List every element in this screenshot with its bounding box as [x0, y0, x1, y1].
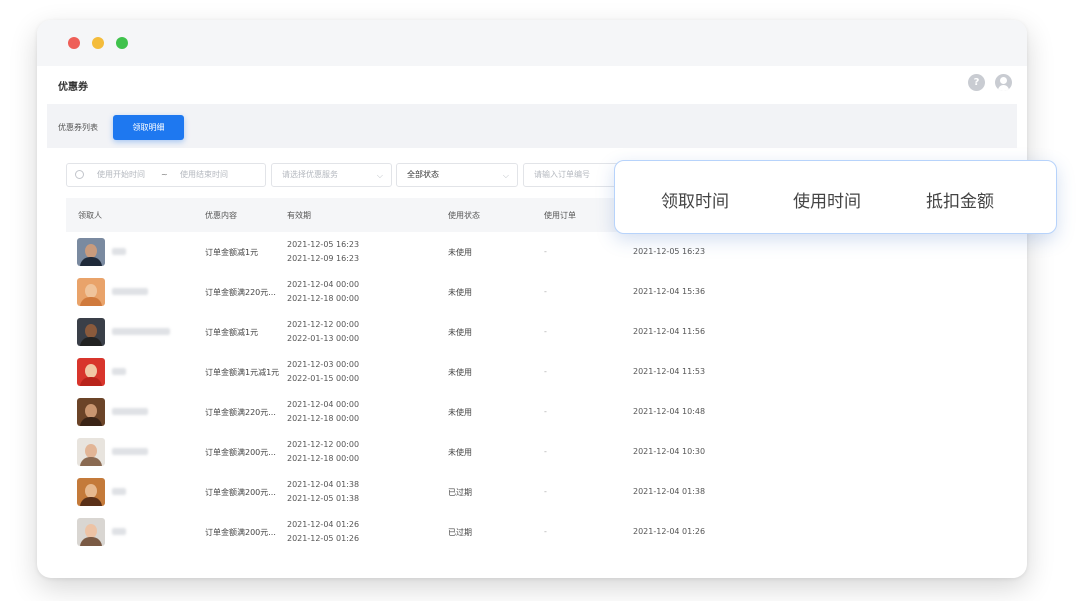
app-window: 优惠券 ? 优惠券列表 领取明细 使用开始时间 ~ 使用结束时间 请选择优惠服务…: [37, 20, 1027, 578]
column-callout: 领取时间 使用时间 抵扣金额: [614, 160, 1057, 234]
order-number-placeholder: 请输入订单编号: [534, 170, 590, 179]
header-receiver: 领取人: [78, 211, 102, 220]
receive-time: 2021-12-04 15:36: [633, 287, 706, 296]
column-use-time: 使用时间: [793, 192, 861, 212]
start-date-field[interactable]: 使用开始时间: [97, 164, 145, 186]
table-row[interactable]: 订单金额满220元... 2021-12-04 00:00 2021-12-18 …: [66, 272, 1007, 312]
table-row[interactable]: 订单金额减1元 2021-12-12 00:00 2022-01-13 00:00…: [66, 312, 1007, 352]
header-validity: 有效期: [287, 211, 311, 220]
receiver-name: [112, 248, 126, 255]
help-icon[interactable]: ?: [968, 74, 985, 91]
table-row[interactable]: 订单金额满200元... 2021-12-04 01:38 2021-12-05 …: [66, 472, 1007, 512]
receiver-name: [112, 448, 148, 455]
breadcrumb-coupon-list[interactable]: 优惠券列表: [58, 122, 98, 133]
service-select[interactable]: 请选择优惠服务 ⌵: [271, 163, 392, 187]
status-select[interactable]: 全部状态 ⌵: [396, 163, 518, 187]
receiver-name: [112, 528, 126, 535]
service-select-placeholder: 请选择优惠服务: [282, 170, 338, 179]
coupon-content: 订单金额满200元...: [205, 488, 276, 497]
table-row[interactable]: 订单金额满200元... 2021-12-12 00:00 2021-12-18 …: [66, 432, 1007, 472]
receiver-name: [112, 408, 148, 415]
use-status: 未使用: [448, 248, 472, 257]
validity-period: 2021-12-04 00:00 2021-12-18 00:00: [287, 280, 360, 303]
receiver-name: [112, 488, 126, 495]
receive-time: 2021-12-04 11:53: [633, 367, 706, 376]
receiver-name: [112, 328, 170, 335]
avatar: [77, 238, 105, 266]
coupon-content: 订单金额满220元...: [205, 408, 276, 417]
date-range-picker[interactable]: 使用开始时间 ~ 使用结束时间: [66, 163, 266, 187]
coupon-content: 订单金额满200元...: [205, 448, 276, 457]
use-order: -: [544, 367, 547, 376]
user-icon[interactable]: [995, 74, 1012, 91]
app-header: 优惠券 ?: [37, 66, 1027, 104]
validity-period: 2021-12-04 01:38 2021-12-05 01:38: [287, 480, 360, 503]
use-order: -: [544, 287, 547, 296]
use-order: -: [544, 327, 547, 336]
receive-time: 2021-12-04 10:48: [633, 407, 706, 416]
use-status: 未使用: [448, 448, 472, 457]
avatar: [77, 318, 105, 346]
avatar: [77, 478, 105, 506]
validity-period: 2021-12-04 01:26 2021-12-05 01:26: [287, 520, 360, 543]
avatar: [77, 438, 105, 466]
use-status: 未使用: [448, 368, 472, 377]
column-receive-time: 领取时间: [661, 192, 729, 212]
use-order: -: [544, 447, 547, 456]
header-order: 使用订单: [544, 211, 576, 220]
validity-period: 2021-12-05 16:23 2021-12-09 16:23: [287, 240, 360, 263]
coupon-content: 订单金额减1元: [205, 328, 259, 337]
chevron-down-icon: ⌵: [376, 171, 383, 180]
validity-period: 2021-12-03 00:00 2022-01-15 00:00: [287, 360, 360, 383]
avatar: [77, 278, 105, 306]
validity-period: 2021-12-04 00:00 2021-12-18 00:00: [287, 400, 360, 423]
receiver-name: [112, 288, 148, 295]
receive-detail-button[interactable]: 领取明细: [113, 115, 184, 140]
table-row[interactable]: 订单金额减1元 2021-12-05 16:23 2021-12-09 16:23…: [66, 232, 1007, 272]
minimize-dot[interactable]: [92, 37, 104, 49]
use-status: 未使用: [448, 328, 472, 337]
date-range-separator: ~: [161, 170, 168, 179]
use-status: 未使用: [448, 288, 472, 297]
receive-time: 2021-12-04 10:30: [633, 447, 706, 456]
validity-period: 2021-12-12 00:00 2022-01-13 00:00: [287, 320, 360, 343]
coupon-content: 订单金额满220元...: [205, 288, 276, 297]
maximize-dot[interactable]: [116, 37, 128, 49]
use-status: 已过期: [448, 488, 472, 497]
receive-time: 2021-12-05 16:23: [633, 247, 706, 256]
receive-time: 2021-12-04 11:56: [633, 327, 706, 336]
coupon-content: 订单金额满200元...: [205, 528, 276, 537]
table-row[interactable]: 订单金额满200元... 2021-12-04 01:26 2021-12-05 …: [66, 512, 1007, 552]
chevron-down-icon: ⌵: [502, 171, 509, 180]
use-order: -: [544, 487, 547, 496]
receive-time: 2021-12-04 01:38: [633, 487, 706, 496]
use-order: -: [544, 407, 547, 416]
use-order: -: [544, 247, 547, 256]
table-row[interactable]: 订单金额满1元减1元 2021-12-03 00:00 2022-01-15 00…: [66, 352, 1007, 392]
use-status: 未使用: [448, 408, 472, 417]
avatar: [77, 398, 105, 426]
end-date-field[interactable]: 使用结束时间: [180, 164, 228, 186]
window-titlebar: [37, 20, 1027, 66]
avatar: [77, 518, 105, 546]
header-status: 使用状态: [448, 211, 480, 220]
use-status: 已过期: [448, 528, 472, 537]
page-title: 优惠券: [58, 82, 88, 93]
header-content: 优惠内容: [205, 211, 237, 220]
receive-time: 2021-12-04 01:26: [633, 527, 706, 536]
receiver-name: [112, 368, 126, 375]
table-row[interactable]: 订单金额满220元... 2021-12-04 00:00 2021-12-18 …: [66, 392, 1007, 432]
coupon-content: 订单金额满1元减1元: [205, 368, 280, 377]
status-select-value: 全部状态: [407, 170, 439, 179]
close-dot[interactable]: [68, 37, 80, 49]
subnav-bar: 优惠券列表 领取明细: [47, 104, 1017, 148]
calendar-icon: [75, 170, 84, 179]
avatar: [77, 358, 105, 386]
use-order: -: [544, 527, 547, 536]
coupon-content: 订单金额减1元: [205, 248, 259, 257]
column-deduction-amount: 抵扣金额: [926, 192, 994, 212]
validity-period: 2021-12-12 00:00 2021-12-18 00:00: [287, 440, 360, 463]
